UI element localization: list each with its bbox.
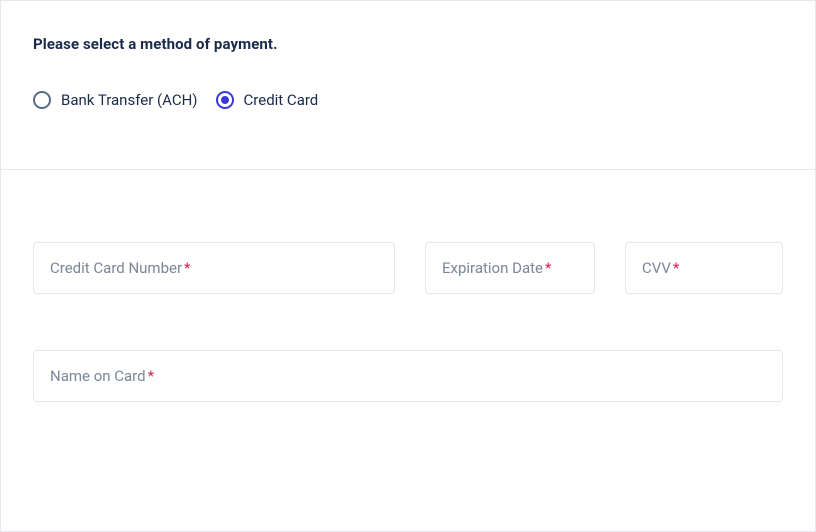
radio-credit-card[interactable]: Credit Card (216, 91, 319, 109)
section-heading: Please select a method of payment. (33, 35, 783, 53)
radio-bank-transfer[interactable]: Bank Transfer (ACH) (33, 91, 198, 109)
radio-unselected-icon (33, 91, 51, 109)
form-row-2: Name on Card* (33, 350, 783, 402)
name-on-card-field[interactable]: Name on Card* (33, 350, 783, 402)
radio-selected-icon (216, 91, 234, 109)
expiration-field[interactable]: Expiration Date* (425, 242, 595, 294)
radio-bank-transfer-label: Bank Transfer (ACH) (61, 91, 198, 109)
payment-panel: Please select a method of payment. Bank … (0, 0, 816, 532)
radio-dot-icon (221, 96, 229, 104)
form-row-1: Credit Card Number* Expiration Date* CVV… (33, 242, 783, 294)
cvv-field[interactable]: CVV* (625, 242, 783, 294)
radio-credit-card-label: Credit Card (244, 91, 319, 109)
payment-method-section: Please select a method of payment. Bank … (1, 1, 815, 169)
payment-method-radio-group: Bank Transfer (ACH) Credit Card (33, 91, 783, 109)
credit-card-form: Credit Card Number* Expiration Date* CVV… (1, 170, 815, 402)
cc-number-field[interactable]: Credit Card Number* (33, 242, 395, 294)
